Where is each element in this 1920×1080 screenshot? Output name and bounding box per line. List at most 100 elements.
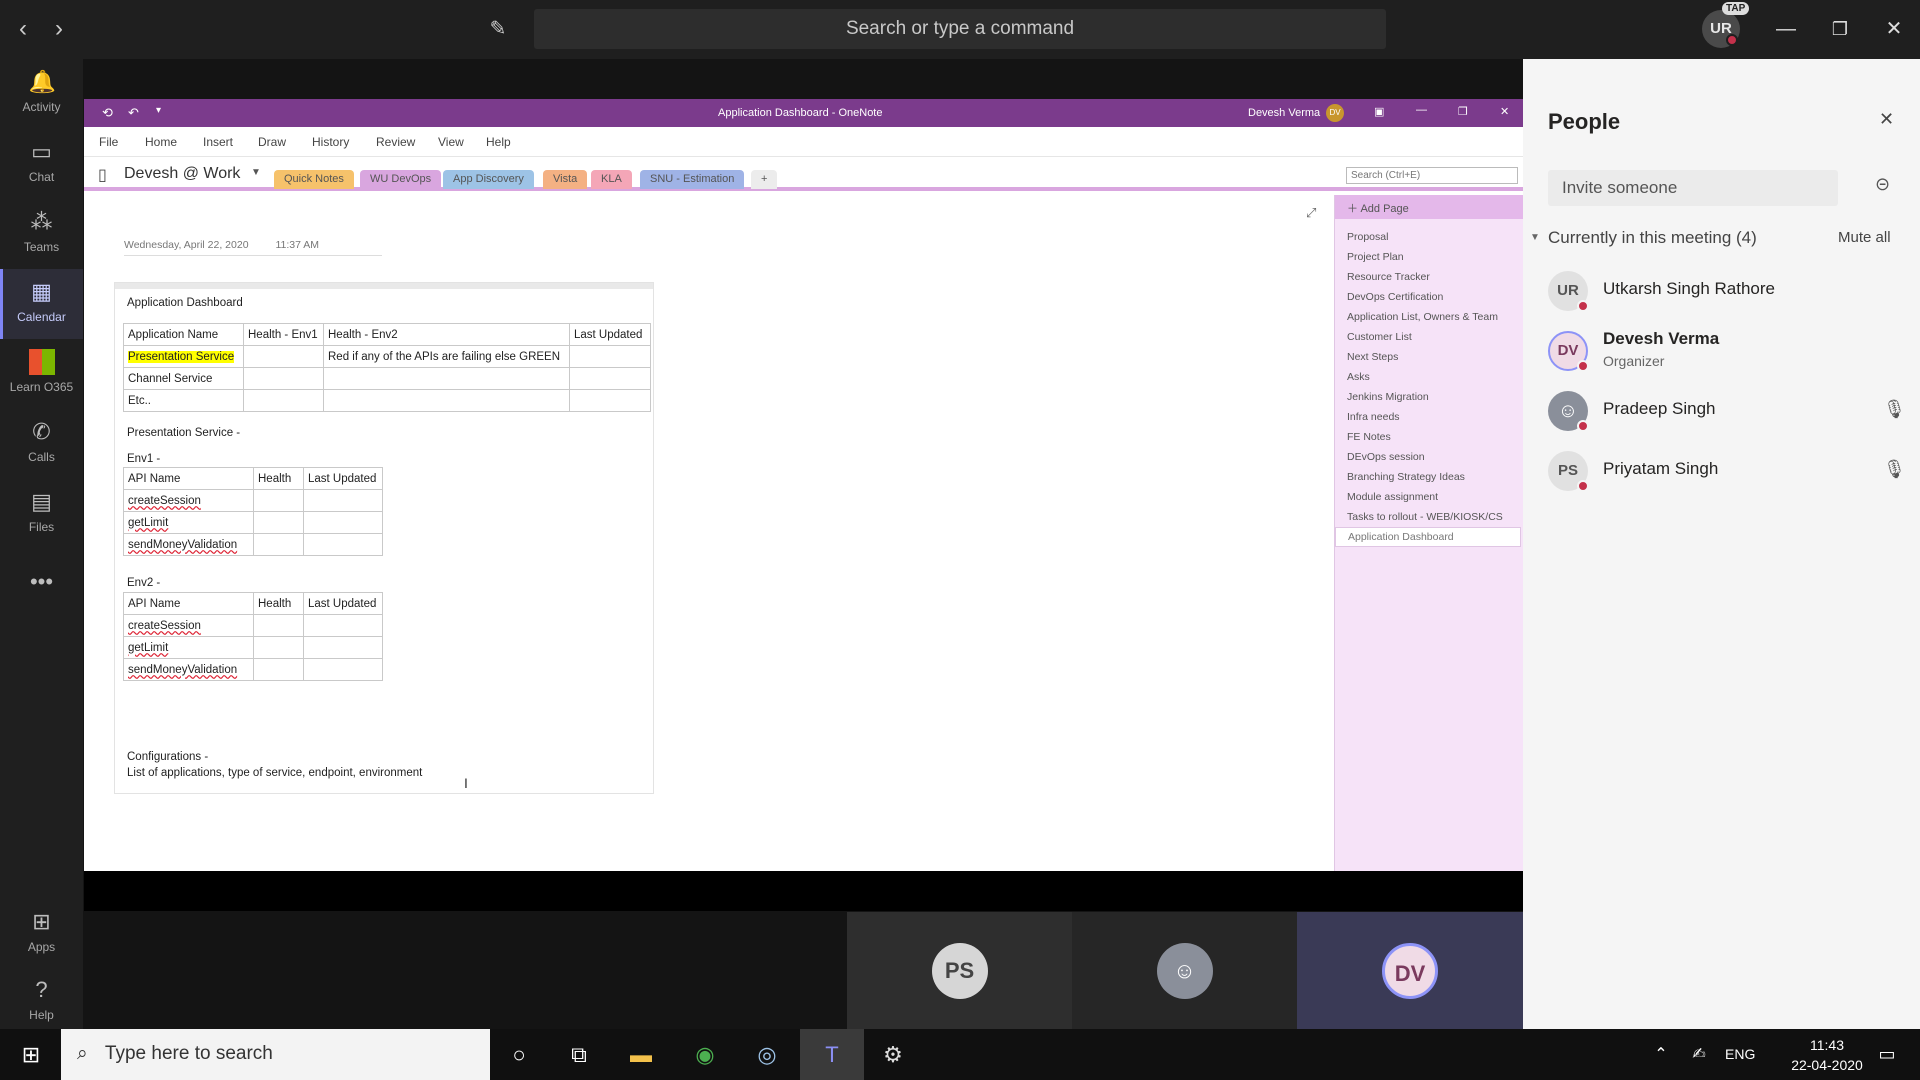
table-cell[interactable] [323, 389, 570, 412]
table-cell[interactable] [303, 614, 383, 637]
close-panel-icon[interactable]: ✕ [1879, 109, 1894, 130]
windows-start-icon[interactable]: ⊞ [2, 1029, 60, 1080]
meeting-section-header[interactable]: Currently in this meeting (4) [1548, 228, 1757, 248]
env2-table[interactable]: API Name Health Last Updated createSessi… [123, 592, 383, 681]
section-tab[interactable]: SNU - Estimation [640, 170, 745, 189]
rail-chat[interactable]: ▭ Chat [0, 129, 83, 199]
minimize-icon[interactable]: — [1766, 12, 1806, 46]
page-item[interactable]: FE Notes [1347, 431, 1391, 443]
menu-home[interactable]: Home [145, 135, 177, 149]
video-tile[interactable]: ☺ [1072, 912, 1297, 1029]
taskbar-search[interactable]: ⌕ Type here to search [61, 1029, 490, 1080]
table-cell[interactable]: getLimit [123, 511, 254, 534]
table-cell[interactable] [243, 367, 324, 390]
task-view-icon[interactable]: ⧉ [550, 1029, 608, 1080]
invite-input[interactable]: Invite someone [1548, 170, 1838, 206]
restore-icon[interactable]: ❐ [1820, 12, 1860, 46]
table-cell[interactable] [303, 489, 383, 512]
note-container-handle[interactable] [115, 283, 653, 289]
pen-icon[interactable]: ✍ [1670, 1029, 1728, 1080]
page-item[interactable]: Customer List [1347, 331, 1412, 343]
table-cell[interactable] [303, 658, 383, 681]
chrome-icon[interactable]: ◉ [676, 1029, 734, 1080]
table-cell[interactable]: getLimit [123, 636, 254, 659]
rail-files[interactable]: ▤ Files [0, 479, 83, 549]
section-tab[interactable]: KLA [591, 170, 632, 189]
quick-access-icon[interactable]: ▾ [156, 105, 161, 116]
rail-teams[interactable]: ⁂ Teams [0, 199, 83, 269]
mic-off-icon[interactable]: 🎙 [1883, 399, 1906, 420]
page-item[interactable]: Next Steps [1347, 351, 1398, 363]
participant-row[interactable]: PS Priyatam Singh 🎙 [1548, 447, 1908, 495]
mic-off-icon[interactable]: 🎙 [1883, 459, 1906, 480]
table-cell[interactable] [243, 389, 324, 412]
page-item[interactable]: Application List, Owners & Team [1347, 311, 1498, 323]
page-item[interactable]: Proposal [1347, 231, 1388, 243]
page-item[interactable]: Jenkins Migration [1347, 391, 1429, 403]
onenote-minimize-icon[interactable]: — [1416, 104, 1427, 116]
table-cell[interactable] [569, 389, 651, 412]
page-item[interactable]: Branching Strategy Ideas [1347, 471, 1465, 483]
page-item[interactable]: DevOps Certification [1347, 291, 1443, 303]
compose-icon[interactable]: ✎ [483, 14, 513, 44]
undo-icon[interactable]: ↶ [128, 105, 139, 121]
table-cell[interactable] [253, 614, 304, 637]
language-indicator[interactable]: ENG [1725, 1046, 1755, 1062]
onenote-restore-icon[interactable]: ❐ [1458, 105, 1468, 118]
page-item-active[interactable]: Application Dashboard [1335, 527, 1521, 547]
share-link-icon[interactable]: ⊝ [1875, 174, 1890, 195]
video-tile[interactable]: PS [847, 912, 1072, 1029]
note-container[interactable]: Application Dashboard Application Name H… [114, 282, 654, 794]
menu-draw[interactable]: Draw [258, 135, 286, 149]
page-item[interactable]: Tasks to rollout - WEB/KIOSK/CS [1347, 511, 1503, 523]
menu-history[interactable]: History [312, 135, 349, 149]
participant-row[interactable]: UR Utkarsh Singh Rathore [1548, 267, 1908, 315]
back-arrow-icon[interactable]: ‹ [8, 14, 38, 44]
menu-view[interactable]: View [438, 135, 464, 149]
rail-apps[interactable]: ⊞ Apps [0, 899, 83, 969]
rail-calls[interactable]: ✆ Calls [0, 409, 83, 479]
table-cell[interactable] [303, 511, 383, 534]
table-cell[interactable]: createSession [123, 614, 254, 637]
page-item[interactable]: Resource Tracker [1347, 271, 1430, 283]
section-tab[interactable]: App Discovery [443, 170, 534, 189]
table-cell[interactable]: Etc.. [123, 389, 244, 412]
onenote-search-input[interactable]: Search (Ctrl+E) [1346, 167, 1518, 184]
participant-row[interactable]: ☺ Pradeep Singh 🎙 [1548, 387, 1908, 435]
onenote-close-icon[interactable]: ✕ [1500, 105, 1509, 118]
steam-icon[interactable]: ◎ [738, 1029, 796, 1080]
menu-review[interactable]: Review [376, 135, 415, 149]
env1-table[interactable]: API Name Health Last Updated createSessi… [123, 467, 383, 556]
menu-help[interactable]: Help [486, 135, 511, 149]
table-cell[interactable] [253, 533, 304, 556]
table-cell[interactable]: Red if any of the APIs are failing else … [323, 345, 570, 368]
add-page-button[interactable]: ＋ Add Page [1335, 195, 1523, 219]
ribbon-display-icon[interactable]: ▣ [1374, 105, 1384, 118]
mute-all-button[interactable]: Mute all [1838, 229, 1891, 246]
onenote-user-avatar[interactable]: DV [1326, 104, 1344, 122]
section-tab[interactable]: Vista [543, 170, 588, 189]
page-item[interactable]: Module assignment [1347, 491, 1438, 503]
page-item[interactable]: DEvOps session [1347, 451, 1425, 463]
video-tile-active[interactable]: DV [1297, 912, 1523, 1029]
teams-taskbar-icon[interactable]: T [800, 1029, 864, 1080]
rail-more[interactable]: ••• [0, 559, 83, 599]
table-cell[interactable] [569, 367, 651, 390]
page-item[interactable]: Asks [1347, 371, 1370, 383]
table-cell[interactable]: sendMoneyValidation [123, 658, 254, 681]
table-cell[interactable]: Presentation Service [123, 345, 244, 368]
table-cell[interactable] [253, 489, 304, 512]
table-cell[interactable] [253, 636, 304, 659]
notification-icon[interactable]: ▭ [1858, 1029, 1916, 1080]
participant-row[interactable]: DV Devesh Verma Organizer [1548, 327, 1908, 375]
notebook-selector[interactable]: Devesh @ Work [124, 165, 240, 183]
section-tab[interactable]: Quick Notes [274, 170, 354, 189]
close-icon[interactable]: ✕ [1874, 12, 1914, 46]
file-explorer-icon[interactable]: ▬ [612, 1029, 670, 1080]
table-cell[interactable] [253, 511, 304, 534]
table-cell[interactable]: createSession [123, 489, 254, 512]
dashboard-table[interactable]: Application Name Health - Env1 Health - … [123, 323, 651, 412]
table-cell[interactable]: Channel Service [123, 367, 244, 390]
table-cell[interactable] [303, 533, 383, 556]
rail-activity[interactable]: 🔔 Activity [0, 59, 83, 129]
